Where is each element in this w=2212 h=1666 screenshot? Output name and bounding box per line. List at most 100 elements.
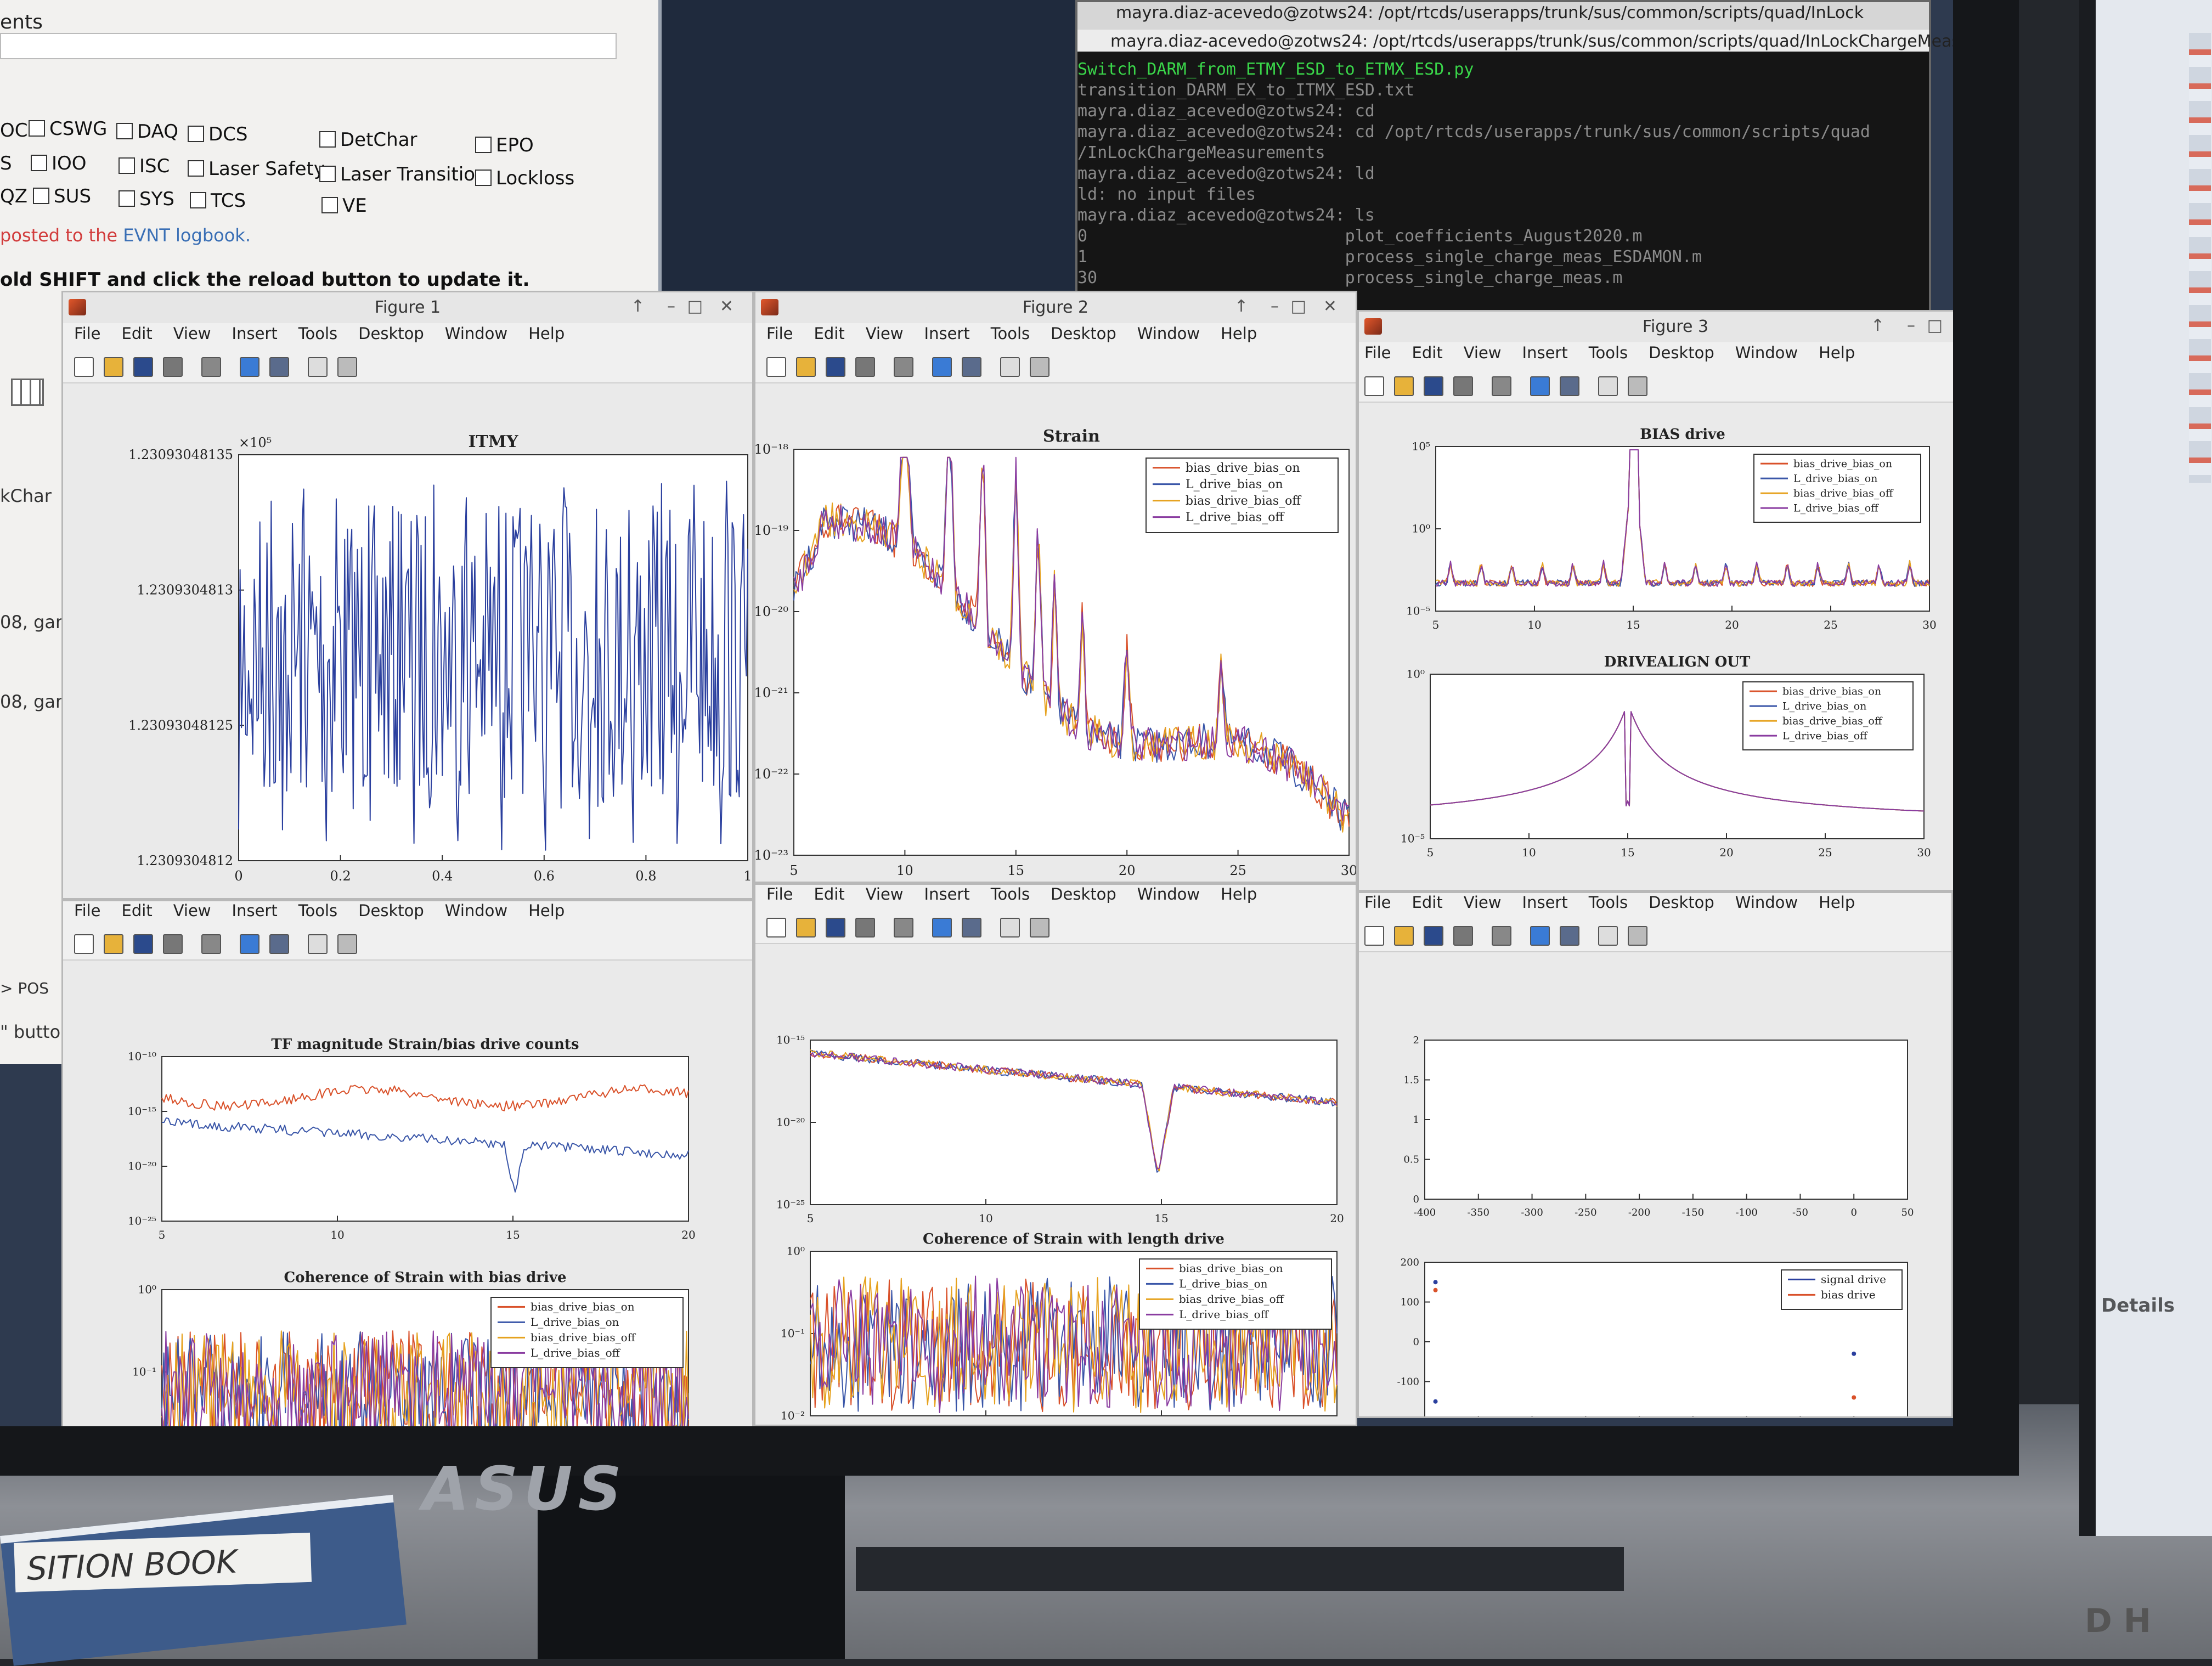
- property-editor-icon[interactable]: [1628, 926, 1647, 946]
- menu-edit[interactable]: Edit: [122, 324, 153, 343]
- new-figure-icon[interactable]: [74, 357, 94, 377]
- maximize-icon[interactable]: □: [1927, 316, 1943, 335]
- menu-tools[interactable]: Tools: [298, 324, 337, 343]
- pointer-icon[interactable]: [1598, 376, 1618, 396]
- menu-view[interactable]: View: [173, 324, 211, 343]
- menu-view[interactable]: View: [866, 324, 904, 343]
- checkbox-dcs[interactable]: DCS: [188, 123, 248, 145]
- open-icon[interactable]: [104, 934, 123, 954]
- menu-window[interactable]: Window: [1137, 885, 1200, 903]
- legend-icon[interactable]: [962, 357, 981, 377]
- colorbar-icon[interactable]: [1530, 926, 1550, 946]
- property-editor-icon[interactable]: [337, 357, 357, 377]
- checkbox-daq[interactable]: DAQ: [116, 121, 178, 143]
- menu-file[interactable]: File: [1364, 343, 1391, 362]
- pin-icon[interactable]: ↑: [631, 297, 645, 316]
- menu-file[interactable]: File: [766, 885, 793, 903]
- new-figure-icon[interactable]: [766, 357, 786, 377]
- menu-desktop[interactable]: Desktop: [1051, 324, 1116, 343]
- save-icon[interactable]: [1424, 926, 1443, 946]
- colorbar-icon[interactable]: [240, 357, 259, 377]
- minimize-icon[interactable]: –: [667, 297, 675, 316]
- print-icon[interactable]: [1453, 926, 1473, 946]
- open-icon[interactable]: [796, 357, 816, 377]
- new-figure-icon[interactable]: [1364, 926, 1384, 946]
- open-icon[interactable]: [1394, 376, 1414, 396]
- pointer-icon[interactable]: [1000, 357, 1020, 377]
- checkbox-ioo[interactable]: IOO: [31, 153, 87, 174]
- menu-window[interactable]: Window: [1735, 343, 1798, 362]
- pin-icon[interactable]: ↑: [1871, 316, 1884, 335]
- menu-tools[interactable]: Tools: [1589, 893, 1628, 912]
- open-icon[interactable]: [1394, 926, 1414, 946]
- checkbox-sus[interactable]: SUS: [33, 185, 91, 207]
- colorbar-icon[interactable]: [932, 357, 952, 377]
- menu-window[interactable]: Window: [445, 324, 507, 343]
- print-icon[interactable]: [163, 357, 183, 377]
- pointer-icon[interactable]: [308, 357, 328, 377]
- property-editor-icon[interactable]: [1030, 357, 1049, 377]
- print-preview-icon[interactable]: [894, 357, 913, 377]
- new-figure-icon[interactable]: [1364, 376, 1384, 396]
- property-editor-icon[interactable]: [337, 934, 357, 954]
- new-figure-icon[interactable]: [766, 918, 786, 938]
- menu-view[interactable]: View: [866, 885, 904, 903]
- save-icon[interactable]: [1424, 376, 1443, 396]
- menu-edit[interactable]: Edit: [1412, 343, 1443, 362]
- terminal-window[interactable]: mayra.diaz-acevedo@zotws24: /opt/rtcds/u…: [1075, 0, 1953, 329]
- pointer-icon[interactable]: [1598, 926, 1618, 946]
- save-icon[interactable]: [826, 918, 845, 938]
- menu-tools[interactable]: Tools: [298, 901, 337, 920]
- table-icon[interactable]: [11, 379, 44, 406]
- legend-icon[interactable]: [1560, 376, 1579, 396]
- colorbar-icon[interactable]: [1530, 376, 1550, 396]
- menu-edit[interactable]: Edit: [814, 885, 845, 903]
- print-icon[interactable]: [1453, 376, 1473, 396]
- legend-icon[interactable]: [269, 357, 289, 377]
- menu-window[interactable]: Window: [445, 901, 507, 920]
- minimize-icon[interactable]: –: [1907, 316, 1915, 335]
- pin-icon[interactable]: ↑: [1234, 297, 1248, 316]
- open-icon[interactable]: [104, 357, 123, 377]
- menu-help[interactable]: Help: [1221, 324, 1257, 343]
- colorbar-icon[interactable]: [240, 934, 259, 954]
- evnt-logbook-link[interactable]: EVNT logbook.: [123, 225, 251, 246]
- terminal-output[interactable]: Switch_DARM_from_ETMY_ESD_to_ETMX_ESD.py…: [1077, 59, 1922, 328]
- maximize-icon[interactable]: □: [1291, 297, 1306, 316]
- legend-icon[interactable]: [962, 918, 981, 938]
- menu-window[interactable]: Window: [1735, 893, 1798, 912]
- menu-desktop[interactable]: Desktop: [1649, 893, 1714, 912]
- menu-insert[interactable]: Insert: [1522, 343, 1568, 362]
- open-icon[interactable]: [796, 918, 816, 938]
- legend-icon[interactable]: [269, 934, 289, 954]
- property-editor-icon[interactable]: [1628, 376, 1647, 396]
- menu-view[interactable]: View: [173, 901, 211, 920]
- print-preview-icon[interactable]: [1492, 376, 1511, 396]
- menu-insert[interactable]: Insert: [232, 901, 278, 920]
- pos-tab[interactable]: > POS: [0, 979, 49, 997]
- menu-insert[interactable]: Insert: [1522, 893, 1568, 912]
- checkbox-laser-transition[interactable]: Laser Transition: [319, 163, 487, 185]
- print-preview-icon[interactable]: [201, 934, 221, 954]
- save-icon[interactable]: [133, 357, 153, 377]
- checkbox-epo[interactable]: EPO: [475, 134, 534, 156]
- menu-tools[interactable]: Tools: [1589, 343, 1628, 362]
- menu-view[interactable]: View: [1464, 343, 1502, 362]
- legend-icon[interactable]: [1560, 926, 1579, 946]
- menu-help[interactable]: Help: [1819, 893, 1855, 912]
- menu-tools[interactable]: Tools: [991, 885, 1030, 903]
- checkbox-lockloss[interactable]: Lockloss: [475, 167, 574, 189]
- save-icon[interactable]: [133, 934, 153, 954]
- menu-desktop[interactable]: Desktop: [1649, 343, 1714, 362]
- menu-help[interactable]: Help: [528, 324, 565, 343]
- logbook-text-field[interactable]: [0, 33, 617, 59]
- menu-help[interactable]: Help: [528, 901, 565, 920]
- checkbox-cswg[interactable]: CSWG: [29, 118, 107, 140]
- menu-window[interactable]: Window: [1137, 324, 1200, 343]
- close-icon[interactable]: ✕: [720, 297, 733, 316]
- menu-view[interactable]: View: [1464, 893, 1502, 912]
- maximize-icon[interactable]: □: [687, 297, 703, 316]
- menu-help[interactable]: Help: [1221, 885, 1257, 903]
- window-titlebar[interactable]: Figure 2 ✕ □ – ↑: [755, 292, 1356, 323]
- menu-insert[interactable]: Insert: [232, 324, 278, 343]
